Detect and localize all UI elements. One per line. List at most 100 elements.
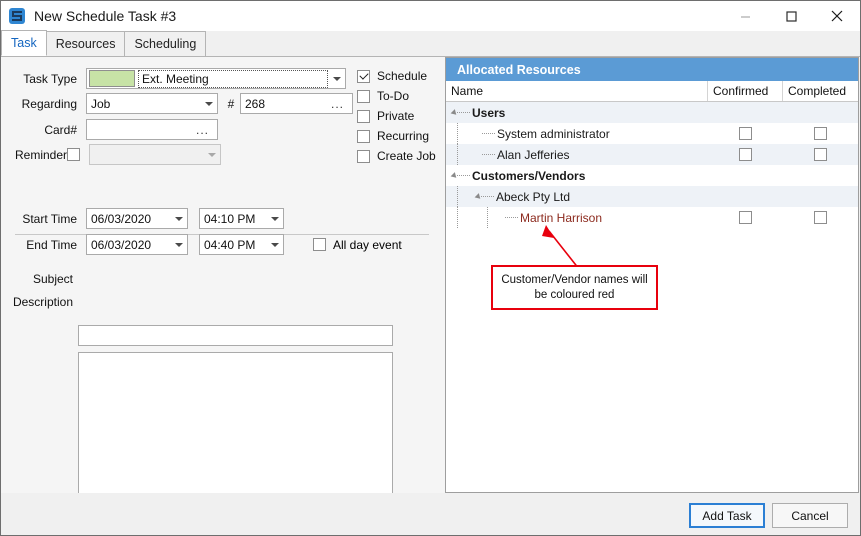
window-title: New Schedule Task #3 bbox=[34, 8, 177, 24]
subject-input[interactable] bbox=[78, 325, 393, 346]
chevron-down-icon[interactable] bbox=[266, 209, 283, 228]
table-row[interactable]: Users bbox=[446, 102, 858, 123]
start-time-value: 04:10 PM bbox=[204, 211, 256, 226]
minimize-icon[interactable] bbox=[722, 1, 768, 31]
end-time-label: End Time bbox=[26, 237, 77, 252]
option-private[interactable]: Private bbox=[357, 109, 414, 123]
completed-checkbox[interactable] bbox=[814, 127, 827, 140]
confirmed-checkbox[interactable] bbox=[739, 148, 752, 161]
end-time-value: 04:40 PM bbox=[204, 237, 256, 252]
chevron-down-icon[interactable] bbox=[170, 235, 187, 254]
completed-checkbox[interactable] bbox=[814, 211, 827, 224]
todo-checkbox[interactable] bbox=[357, 89, 370, 103]
end-time-combo[interactable]: 04:40 PM bbox=[199, 234, 284, 255]
end-date-combo[interactable]: 06/03/2020 bbox=[86, 234, 188, 255]
task-type-label: Task Type bbox=[23, 71, 77, 86]
create-job-label: Create Job bbox=[377, 149, 436, 163]
title-bar: New Schedule Task #3 bbox=[1, 1, 860, 31]
number-browse-button[interactable]: ... bbox=[327, 98, 348, 110]
chevron-down-icon bbox=[203, 145, 220, 164]
dialog-window: New Schedule Task #3 Task Resources Sche… bbox=[0, 0, 861, 536]
chevron-down-icon[interactable] bbox=[328, 69, 345, 88]
all-day-event-label: All day event bbox=[333, 237, 402, 252]
reminder-combo bbox=[89, 144, 221, 165]
window-controls bbox=[722, 1, 860, 31]
tab-task[interactable]: Task bbox=[1, 30, 47, 56]
close-icon[interactable] bbox=[814, 1, 860, 31]
schedule-label: Schedule bbox=[377, 69, 428, 83]
confirmed-checkbox[interactable] bbox=[739, 127, 752, 140]
start-date-value: 06/03/2020 bbox=[91, 211, 152, 226]
start-time-combo[interactable]: 04:10 PM bbox=[199, 208, 284, 229]
recurring-label: Recurring bbox=[377, 129, 430, 143]
card-label: Card# bbox=[44, 122, 77, 137]
cancel-button[interactable]: Cancel bbox=[772, 503, 848, 528]
reminder-label: Reminder bbox=[15, 147, 68, 162]
expander-icon[interactable] bbox=[474, 192, 483, 201]
task-type-combo[interactable]: Ext. Meeting bbox=[86, 68, 346, 89]
table-row[interactable]: System administrator bbox=[446, 123, 858, 144]
start-time-row: Start Time 06/03/2020 04:10 PM bbox=[15, 208, 435, 229]
todo-label: To-Do bbox=[377, 89, 410, 103]
private-label: Private bbox=[377, 109, 415, 123]
expander-icon[interactable] bbox=[450, 108, 459, 117]
reminder-checkbox[interactable] bbox=[67, 148, 80, 161]
option-schedule[interactable]: Schedule bbox=[357, 69, 427, 83]
option-create-job[interactable]: Create Job bbox=[357, 149, 436, 163]
number-input[interactable]: 268 ... bbox=[240, 93, 353, 114]
completed-checkbox[interactable] bbox=[814, 148, 827, 161]
schedule-checkbox[interactable] bbox=[357, 69, 370, 83]
start-date-combo[interactable]: 06/03/2020 bbox=[86, 208, 188, 229]
task-type-value: Ext. Meeting bbox=[138, 69, 328, 88]
column-header-completed[interactable]: Completed bbox=[783, 81, 858, 101]
row-name: Customers/Vendors bbox=[472, 168, 586, 183]
table-row[interactable]: Martin Harrison bbox=[446, 207, 858, 228]
all-day-event-checkbox[interactable] bbox=[313, 238, 326, 251]
grid-header: Name Confirmed Completed bbox=[446, 81, 858, 102]
annotation-text: Customer/Vendor names will be coloured r… bbox=[501, 273, 648, 301]
card-browse-button[interactable]: ... bbox=[192, 124, 213, 136]
column-header-name[interactable]: Name bbox=[446, 81, 708, 101]
confirmed-checkbox[interactable] bbox=[739, 211, 752, 224]
expander-icon[interactable] bbox=[450, 171, 459, 180]
card-row: Card# ... bbox=[15, 119, 315, 140]
chevron-down-icon[interactable] bbox=[170, 209, 187, 228]
regarding-value: Job bbox=[91, 96, 111, 111]
dialog-footer: Add Task Cancel bbox=[1, 493, 860, 535]
task-type-color-swatch bbox=[89, 70, 135, 87]
regarding-label: Regarding bbox=[21, 96, 77, 111]
annotation-arrow-icon bbox=[542, 225, 580, 270]
maximize-icon[interactable] bbox=[768, 1, 814, 31]
option-recurring[interactable]: Recurring bbox=[357, 129, 429, 143]
table-row[interactable]: Customers/Vendors bbox=[446, 165, 858, 186]
reminder-row: Reminder bbox=[15, 144, 315, 165]
column-header-confirmed[interactable]: Confirmed bbox=[708, 81, 783, 101]
number-value: 268 bbox=[245, 96, 266, 111]
table-row[interactable]: Alan Jefferies bbox=[446, 144, 858, 165]
chevron-down-icon[interactable] bbox=[200, 94, 217, 113]
start-time-label: Start Time bbox=[22, 211, 77, 226]
card-input[interactable]: ... bbox=[86, 119, 218, 140]
create-job-checkbox[interactable] bbox=[357, 149, 370, 163]
add-task-button[interactable]: Add Task bbox=[689, 503, 765, 528]
end-date-value: 06/03/2020 bbox=[91, 237, 152, 252]
recurring-checkbox[interactable] bbox=[357, 129, 370, 143]
tab-scheduling[interactable]: Scheduling bbox=[124, 31, 207, 56]
option-todo[interactable]: To-Do bbox=[357, 89, 409, 103]
private-checkbox[interactable] bbox=[357, 109, 370, 123]
chevron-down-icon[interactable] bbox=[266, 235, 283, 254]
end-time-row: End Time 06/03/2020 04:40 PM All day eve… bbox=[15, 234, 445, 255]
task-form-panel: Task Type Ext. Meeting Regarding Job # 2… bbox=[1, 57, 445, 532]
annotation-callout: Customer/Vendor names will be coloured r… bbox=[491, 265, 658, 310]
description-label: Description bbox=[12, 295, 73, 309]
row-name: Abeck Pty Ltd bbox=[496, 189, 571, 204]
number-label: # bbox=[227, 96, 235, 111]
grid-caption: Allocated Resources bbox=[446, 58, 858, 81]
regarding-combo[interactable]: Job bbox=[86, 93, 218, 114]
table-row[interactable]: Abeck Pty Ltd bbox=[446, 186, 858, 207]
row-name: System administrator bbox=[497, 126, 610, 141]
row-name: Users bbox=[472, 105, 506, 120]
tab-resources[interactable]: Resources bbox=[45, 31, 126, 56]
row-name: Alan Jefferies bbox=[497, 147, 570, 162]
app-icon bbox=[9, 8, 25, 24]
